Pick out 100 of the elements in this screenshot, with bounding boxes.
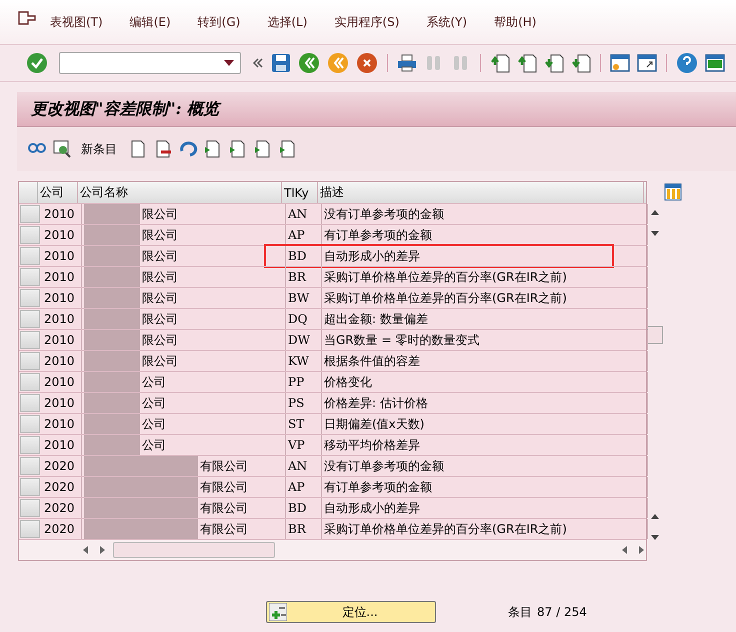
table-cell: BW [286,288,322,308]
save-icon[interactable] [271,53,291,73]
shortcut-icon[interactable] [637,53,657,73]
table-cell: BR [286,267,322,287]
undo-icon[interactable] [178,139,198,159]
blurred-text [84,225,140,245]
magnifier-icon[interactable] [52,139,72,159]
table-cell: 采购订单价格单位差异的百分率(GR在IR之前) [322,267,648,287]
scrollbar-thumb[interactable] [113,542,275,558]
table-cell: 限公司 [142,268,178,286]
column-header[interactable]: 描述 [318,182,644,203]
table-cell: 限公司 [142,352,178,370]
menu-icon[interactable] [18,11,36,25]
command-field[interactable] [59,52,241,74]
table-cell: 价格差异: 估计价格 [322,393,648,413]
table-cell: 限公司 [142,206,178,222]
collapse-icon[interactable] [252,57,264,69]
table-cell: DQ [286,309,322,329]
table-cell: 2010 [42,204,82,224]
position-button[interactable]: 定位... [266,601,436,623]
scroll-up-icon[interactable] [650,208,660,216]
blurred-text [84,372,140,392]
scrollbar-thumb[interactable] [647,326,663,344]
monitor-icon[interactable] [705,53,725,73]
page-arrow-icon[interactable] [517,53,537,73]
menu-item[interactable]: 选择(L) [267,14,308,30]
table-cell: 有订单参考项的金额 [322,225,648,245]
column-settings-icon[interactable] [664,183,682,201]
table-cell: PP [286,372,322,392]
table-cell: 移动平均价格差异 [322,435,648,455]
menu-item[interactable]: 编辑(E) [130,14,171,30]
table-cell: 有限公司 [200,458,248,474]
menu-item[interactable]: 表视图(T) [50,14,103,30]
table-cell: 限公司 [142,226,178,244]
table-cell: 公司 [142,416,166,432]
table-cell: 采购订单价格单位差异的百分率(GR在IR之前) [322,288,648,308]
scroll-up-icon[interactable] [650,512,660,520]
print-icon[interactable] [397,53,417,73]
table-cell: 没有订单参考项的金额 [322,204,648,224]
new-window-icon[interactable] [610,53,630,73]
table-cell: 2010 [42,435,82,455]
table-cell: 有订单参考项的金额 [322,477,648,497]
menu-item[interactable]: 系统(Y) [426,14,468,30]
table-cell: 2010 [42,225,82,245]
table-cell: 2010 [42,351,82,371]
table-cell: 2010 [42,267,82,287]
table-cell: PS [286,393,322,413]
scroll-down-icon[interactable] [650,230,660,238]
back-icon[interactable] [298,52,320,74]
table-cell: 公司 [142,436,166,454]
scroll-left-icon[interactable] [620,545,630,555]
table-cell: 2020 [42,498,82,518]
table-cell: 2010 [42,330,82,350]
blurred-text [84,246,140,266]
table-cell: 2020 [42,477,82,497]
table-cell: BD [286,498,322,518]
table-cell: AN [286,456,322,476]
help-icon[interactable] [676,52,698,74]
table-cell: 有限公司 [200,520,248,538]
table-cell: 2010 [42,414,82,434]
blurred-text [84,288,140,308]
column-header[interactable]: 公司 [38,182,78,203]
blurred-text [84,204,140,224]
menu-item[interactable]: 帮助(H) [494,14,536,30]
blurred-text [84,393,140,413]
table-cell: 自动形成小的差异 [322,498,648,518]
dropdown-icon[interactable] [224,60,234,66]
cancel-icon[interactable] [356,52,378,74]
page-arrow-icon[interactable] [490,53,510,73]
check-icon[interactable] [26,52,48,74]
menu-item[interactable]: 实用程序(S) [334,14,400,30]
page-arrow-icon[interactable] [571,53,591,73]
table-cell: 日期偏差(值x天数) [322,414,648,434]
page-arrow-icon[interactable] [544,53,564,73]
new-entries-button[interactable]: 新条目 [81,140,117,158]
scroll-down-icon[interactable] [650,534,660,542]
table-cell: 2010 [42,309,82,329]
table-cell: VP [286,435,322,455]
blurred-text [84,309,140,329]
scroll-right-icon[interactable] [97,545,107,555]
scroll-right-icon[interactable] [636,545,646,555]
table-cell: ST [286,414,322,434]
blurred-text [84,414,140,434]
table-cell: 根据条件值的容差 [322,351,648,371]
table-cell: 限公司 [142,332,178,348]
table-cell: 2010 [42,372,82,392]
menu-item[interactable]: 转到(G) [198,14,240,30]
table-cell: 限公司 [142,290,178,306]
column-header[interactable]: 公司名称 [78,182,282,203]
column-header[interactable]: TlKy [282,182,318,203]
table-cell: 有限公司 [200,478,248,496]
scroll-left-icon[interactable] [81,545,91,555]
table-cell: 没有订单参考项的金额 [322,456,648,476]
blurred-text [84,351,140,371]
table-cell: KW [286,351,322,371]
position-icon [269,603,287,621]
table-cell: AP [286,477,322,497]
blurred-text [84,330,140,350]
table-cell: 公司 [142,374,166,390]
table-cell: BD [286,246,322,266]
